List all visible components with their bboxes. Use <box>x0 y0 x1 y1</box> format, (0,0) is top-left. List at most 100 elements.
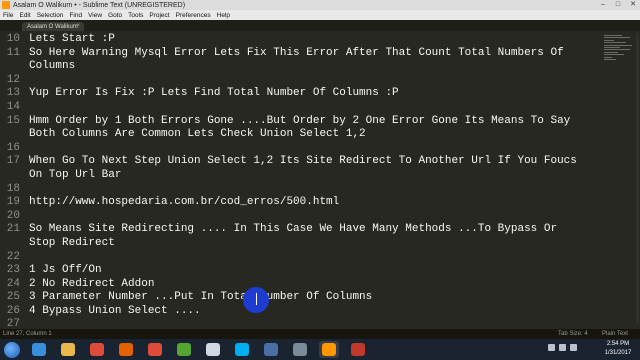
menu-find[interactable]: Find <box>69 12 82 19</box>
minimize-button[interactable]: – <box>598 1 608 9</box>
menu-bar: File Edit Selection Find View Goto Tools… <box>0 10 640 20</box>
line-number: 19 <box>6 196 20 209</box>
line-text <box>24 183 29 197</box>
line-text <box>24 74 29 88</box>
flag-icon[interactable] <box>570 344 577 351</box>
network-icon[interactable] <box>548 344 555 351</box>
menu-file[interactable]: File <box>3 12 13 19</box>
vertical-scrollbar[interactable] <box>636 33 639 323</box>
taskbar-app[interactable] <box>319 341 339 358</box>
line-number: 21 <box>6 223 20 236</box>
code-line: 22 <box>0 251 600 265</box>
code-line: On Top Url Bar <box>0 169 600 183</box>
taskbar-app[interactable] <box>232 341 252 358</box>
line-text <box>24 142 29 156</box>
taskbar-app[interactable] <box>174 341 194 358</box>
code-line: 15 Hmm Order by 1 Both Errors Gone ....Bu… <box>0 115 600 129</box>
line-text: 1 Js Off/On <box>29 264 102 277</box>
taskbar-app[interactable] <box>29 341 49 358</box>
line-number: 27 <box>6 318 20 329</box>
sublime-text-icon <box>2 1 10 9</box>
taskbar-app[interactable] <box>261 341 281 358</box>
start-button[interactable] <box>4 341 20 358</box>
taskbar-app[interactable] <box>116 341 136 358</box>
window-title: Asalam O Walikum • - Sublime Text (UNREG… <box>13 1 186 9</box>
line-text <box>24 318 29 329</box>
menu-preferences[interactable]: Preferences <box>176 12 211 19</box>
code-line: Stop Redirect <box>0 237 600 251</box>
code-line: 27 <box>0 318 600 329</box>
line-number: 18 <box>6 182 20 195</box>
line-number: 14 <box>6 100 20 113</box>
line-number: 22 <box>6 250 20 263</box>
line-text: 4 Bypass Union Select .... <box>29 304 201 317</box>
line-number: 10 <box>6 33 20 45</box>
code-line: 14 <box>0 101 600 115</box>
clock[interactable]: 2:54 PM 1/31/2017 <box>598 340 638 358</box>
minimap-line <box>604 46 620 48</box>
menu-tools[interactable]: Tools <box>128 12 143 19</box>
line-number: 16 <box>6 141 20 154</box>
cursor-position: Line 27, Column 1 <box>3 331 52 337</box>
volume-icon[interactable] <box>559 344 566 351</box>
minimap-line <box>604 49 630 51</box>
code-line: Columns <box>0 60 600 74</box>
menu-project[interactable]: Project <box>149 12 169 19</box>
line-number <box>0 60 24 74</box>
line-number <box>0 169 24 183</box>
taskbar <box>0 339 640 360</box>
code-line: 24 2 No Redirect Addon <box>0 278 600 292</box>
code-view[interactable]: 10 Lets Start :P 11 So Here Warning Mysql … <box>0 33 600 329</box>
minimap[interactable] <box>604 35 634 65</box>
tab-asalam-o-walikum[interactable]: Asalam O Walikum × <box>22 22 84 31</box>
line-text <box>24 210 29 224</box>
internet-explorer-icon <box>32 343 46 356</box>
line-text: When Go To Next Step Union Select 1,2 It… <box>29 155 577 168</box>
menu-edit[interactable]: Edit <box>19 12 30 19</box>
menu-view[interactable]: View <box>88 12 102 19</box>
taskbar-app[interactable] <box>145 341 165 358</box>
menu-selection[interactable]: Selection <box>37 12 64 19</box>
editor-area[interactable]: 10 Lets Start :P 11 So Here Warning Mysql … <box>0 31 640 329</box>
taskbar-app[interactable] <box>290 341 310 358</box>
tab-size-selector[interactable]: Tab Size: 4 <box>558 329 588 339</box>
line-number: 17 <box>6 155 20 168</box>
recording-icon <box>351 343 365 356</box>
minimap-line <box>604 42 626 44</box>
syntax-selector[interactable]: Plain Text <box>602 329 628 339</box>
menu-help[interactable]: Help <box>217 12 230 19</box>
code-line: 20 <box>0 210 600 224</box>
code-line: 19 http://www.hospedaria.com.br/cod_erros… <box>0 196 600 210</box>
window-controls: – □ ✕ <box>598 1 638 9</box>
maximize-button[interactable]: □ <box>613 1 623 9</box>
code-line: 11 So Here Warning Mysql Error Lets Fix T… <box>0 47 600 61</box>
line-number: 24 <box>6 277 20 290</box>
minimap-line <box>604 35 622 36</box>
minimap-line <box>604 44 632 46</box>
tab-label: Asalam O Walikum <box>27 23 78 30</box>
code-line: 16 <box>0 142 600 156</box>
code-line: 12 <box>0 74 600 88</box>
tab-bar: Asalam O Walikum × <box>0 20 640 31</box>
taskbar-app[interactable] <box>203 341 223 358</box>
line-number: 26 <box>6 304 20 317</box>
taskbar-app[interactable] <box>348 341 368 358</box>
code-line: 23 1 Js Off/On <box>0 264 600 278</box>
status-bar: Line 27, Column 1 Tab Size: 4 Plain Text <box>0 329 640 339</box>
code-line: 21 So Means Site Redirecting .... In This… <box>0 223 600 237</box>
close-button[interactable]: ✕ <box>628 1 638 9</box>
minimap-line <box>604 58 616 60</box>
line-number: 12 <box>6 73 20 86</box>
clock-time: 2:54 PM <box>606 341 630 347</box>
line-number: 20 <box>6 209 20 222</box>
tab-close-icon[interactable]: × <box>76 22 80 31</box>
code-line: 13 Yup Error Is Fix :P Lets Find Total Nu… <box>0 87 600 101</box>
line-text: 3 Parameter Number ...Put In Total Numbe… <box>29 291 373 304</box>
code-line: 25 3 Parameter Number ...Put In Total Num… <box>0 291 600 305</box>
title-bar: Asalam O Walikum • - Sublime Text (UNREG… <box>0 0 640 10</box>
line-text: Both Columns Are Common Lets Check Union… <box>29 128 366 141</box>
taskbar-app[interactable] <box>87 341 107 358</box>
minimap-line <box>604 56 612 58</box>
menu-goto[interactable]: Goto <box>108 12 122 19</box>
taskbar-app[interactable] <box>58 341 78 358</box>
